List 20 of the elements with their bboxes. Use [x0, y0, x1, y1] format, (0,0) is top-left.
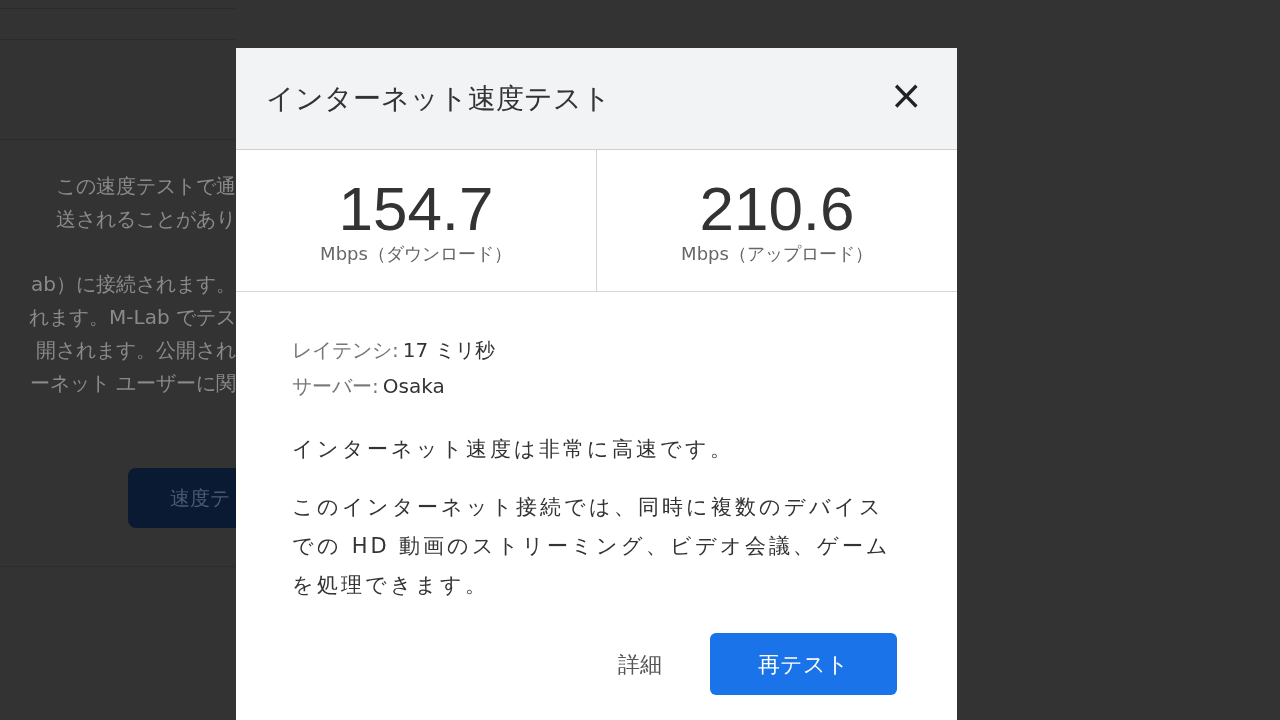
speed-value: 154.7	[338, 178, 494, 240]
speed-value: 210.6	[699, 178, 855, 240]
speed-label: Mbps（ダウンロード）	[320, 242, 512, 266]
paragraph-fragment: れます。M-Lab でテス	[29, 304, 236, 331]
speed-summary: インターネット速度は非常に高速です。	[292, 436, 735, 463]
paragraph-fragment: 送されることがあり	[56, 206, 236, 233]
detail-label: サーバー:	[292, 373, 379, 400]
close-button[interactable]: ×	[889, 74, 923, 115]
detail-value: 17 ミリ秒	[402, 337, 495, 364]
detail-label: レイテンシ:	[292, 337, 399, 364]
paragraph-fragment: この速度テストで通	[56, 173, 236, 200]
paragraph-fragment: ab）に接続されます。	[31, 271, 236, 298]
dialog-title: インターネット速度テスト	[266, 80, 611, 117]
speed-description: このインターネット接続では、同時に複数のデバイスでの HD 動画のストリーミング、ビデオ会議、ゲームを処理できます。	[292, 494, 893, 599]
details-button[interactable]: 詳細	[614, 647, 666, 681]
speed-label: Mbps（アップロード）	[681, 242, 873, 266]
paragraph-fragment: ーネット ユーザーに関	[29, 370, 236, 397]
paragraph-fragment: 開されます。公開され	[36, 337, 236, 364]
retest-button[interactable]: 再テスト	[710, 633, 897, 695]
detail-value: Osaka	[382, 373, 445, 400]
